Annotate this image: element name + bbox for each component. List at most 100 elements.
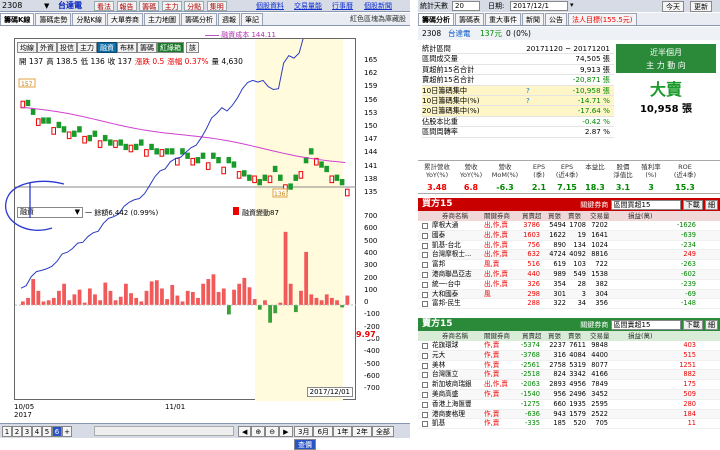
range-2y-button[interactable]: 2年 bbox=[352, 426, 372, 437]
row-checkbox[interactable] bbox=[422, 301, 428, 308]
col-header[interactable]: 買張 bbox=[548, 211, 561, 221]
tab-notes[interactable]: 筆記 bbox=[241, 13, 264, 25]
row-checkbox[interactable] bbox=[422, 262, 428, 269]
collect-button[interactable]: 集明 bbox=[206, 1, 227, 11]
table-row[interactable]: 美林 作,賣 -2561 2758 5319 8077 1251 bbox=[418, 361, 720, 371]
row-checkbox[interactable] bbox=[422, 391, 428, 398]
row-checkbox[interactable] bbox=[422, 411, 428, 418]
range-6m-button[interactable]: 6月 bbox=[313, 426, 333, 437]
news-link[interactable]: 個股新聞 bbox=[364, 1, 392, 11]
row-checkbox[interactable] bbox=[422, 291, 428, 298]
col-header[interactable]: 券商名稱 bbox=[442, 211, 468, 221]
help-icon[interactable]: ? bbox=[526, 96, 530, 106]
calendar-link[interactable]: 行事曆 bbox=[332, 1, 353, 11]
tab-main-map[interactable]: 主力地圖 bbox=[144, 13, 181, 25]
tab-target-price[interactable]: 法人目標(155.5元) bbox=[568, 13, 637, 25]
range-1y-button[interactable]: 1年 bbox=[332, 426, 353, 437]
col-header[interactable]: 損益(萬) bbox=[628, 331, 653, 341]
table-row[interactable]: 花旗環球 作,賣 -5374 2237 7611 9848 403 bbox=[418, 341, 720, 351]
tab-chip-kline[interactable]: 籌碼K線 bbox=[0, 13, 35, 25]
table-row[interactable]: 台灣摩根士... 出,作,賣 632 4724 4092 8816 249 bbox=[418, 250, 720, 261]
row-checkbox[interactable] bbox=[422, 343, 428, 349]
scroll-left-icon[interactable]: ◀ bbox=[238, 426, 252, 437]
page-3[interactable]: 3 bbox=[22, 426, 32, 437]
page-1[interactable]: 1 bbox=[2, 426, 12, 437]
col-header[interactable]: 關鍵券商 bbox=[484, 331, 510, 341]
sell-range-select[interactable]: 區間賣超15 bbox=[610, 320, 681, 330]
page-2[interactable]: 2 bbox=[12, 426, 22, 437]
col-header[interactable]: 交易量 bbox=[590, 331, 610, 341]
range-3m-button[interactable]: 3月 bbox=[294, 426, 314, 437]
view-button[interactable]: 看法 bbox=[94, 1, 114, 11]
row-checkbox[interactable] bbox=[422, 372, 428, 379]
table-row[interactable]: 國泰 出,作,賣 1603 1622 19 1641 -639 bbox=[418, 230, 720, 241]
col-header[interactable]: 賣張 bbox=[568, 211, 581, 221]
calendar-icon[interactable]: ▾ bbox=[570, 1, 574, 9]
tab-chip-analysis[interactable]: 籌碼分析 bbox=[181, 13, 218, 25]
sell-download-button[interactable]: 下載 bbox=[682, 320, 703, 330]
col-header[interactable]: 買賣超 bbox=[522, 211, 542, 221]
branch-button[interactable]: 分點 bbox=[184, 1, 205, 11]
row-checkbox[interactable] bbox=[422, 281, 428, 288]
col-header[interactable]: 損益(萬) bbox=[628, 211, 653, 221]
col-header[interactable]: 買張 bbox=[548, 331, 561, 341]
table-row[interactable]: 凱基 作,賣 -335 185 520 705 11 bbox=[418, 419, 720, 430]
row-checkbox[interactable] bbox=[422, 421, 428, 428]
page-5[interactable]: 5 bbox=[42, 426, 52, 437]
col-header[interactable]: 買賣超 bbox=[522, 331, 542, 341]
row-checkbox[interactable] bbox=[422, 252, 428, 259]
stock-info-link[interactable]: 個股資料 bbox=[256, 1, 284, 11]
row-checkbox[interactable] bbox=[422, 362, 428, 369]
table-row[interactable]: 凱基-台北 出,作,賣 756 890 134 1024 -234 bbox=[418, 241, 720, 251]
table-row[interactable]: 美商高盛 作,賣 -1540 956 2496 3452 509 bbox=[418, 389, 720, 400]
zoom-in-icon[interactable]: ⊕ bbox=[251, 426, 266, 437]
tab-big-broker[interactable]: 大單券商 bbox=[107, 13, 144, 25]
table-row[interactable]: 富邦-民生 288 322 34 356 -148 bbox=[418, 299, 720, 310]
col-header[interactable]: 關鍵券商 bbox=[484, 211, 510, 221]
tab-chip-analysis-r[interactable]: 籌碼分析 bbox=[418, 13, 454, 25]
table-row[interactable]: 香港上海匯豐 -1275 660 1935 2595 280 bbox=[418, 400, 720, 410]
sell-detail-button[interactable]: 細 bbox=[705, 320, 718, 330]
table-row[interactable]: 港商麥格理 作,賣 -636 943 1579 2522 184 bbox=[418, 409, 720, 420]
date-input[interactable]: 2017/12/1 bbox=[510, 1, 568, 11]
table-row[interactable]: 新加坡商瑞銀 出,作,賣 -2063 2893 4956 7849 175 bbox=[418, 380, 720, 390]
range-all-button[interactable]: 全部 bbox=[371, 426, 394, 437]
help-icon[interactable]: ? bbox=[526, 86, 530, 96]
buy-detail-button[interactable]: 細 bbox=[705, 200, 718, 210]
buy-download-button[interactable]: 下載 bbox=[682, 200, 703, 210]
table-row[interactable]: 元大 作,賣 -3768 316 4084 4400 515 bbox=[418, 350, 720, 361]
col-header[interactable]: 交易量 bbox=[590, 211, 610, 221]
tab-weekly[interactable]: 週報 bbox=[218, 13, 241, 25]
tab-news[interactable]: 新聞 bbox=[522, 13, 544, 25]
report-button[interactable]: 報告 bbox=[116, 1, 137, 11]
tab-chip-trend[interactable]: 籌碼走勢 bbox=[35, 13, 72, 25]
today-button[interactable]: 今天 bbox=[662, 1, 684, 12]
period-select[interactable]: 20 bbox=[452, 1, 480, 11]
main-force-button[interactable]: 主力 bbox=[161, 1, 182, 11]
table-row[interactable]: 統一-台中 出,作,賣 326 354 28 382 -239 bbox=[418, 280, 720, 290]
volume-link[interactable]: 交易量能 bbox=[294, 1, 322, 11]
search-icon[interactable]: ▼ bbox=[44, 1, 49, 11]
chips-button[interactable]: 籌碼 bbox=[139, 1, 160, 11]
row-checkbox[interactable] bbox=[422, 382, 428, 389]
row-checkbox[interactable] bbox=[422, 352, 428, 359]
tab-events[interactable]: 重大事件 bbox=[485, 13, 521, 25]
zoom-out-icon[interactable]: ⊖ bbox=[265, 426, 280, 437]
page-6[interactable]: 6 bbox=[52, 426, 62, 437]
page-4[interactable]: 4 bbox=[32, 426, 42, 437]
query-price-button[interactable]: 查價 bbox=[294, 439, 316, 450]
stock-code-input[interactable]: 2308 bbox=[2, 0, 22, 12]
buy-range-select[interactable]: 區間買超15 bbox=[610, 200, 681, 210]
table-row[interactable]: 摩根大通 出,作,賣 3786 5494 1708 7202 -1626 bbox=[418, 221, 720, 231]
row-checkbox[interactable] bbox=[422, 401, 428, 408]
row-checkbox[interactable] bbox=[422, 223, 428, 229]
table-row[interactable]: 大和國泰 風 298 301 3 304 -69 bbox=[418, 289, 720, 300]
table-row[interactable]: 台灣匯立 作,賣 -2518 824 3342 4166 882 bbox=[418, 370, 720, 381]
table-row[interactable]: 港商聯昌亞志 出,作,賣 440 989 549 1538 -602 bbox=[418, 269, 720, 280]
tab-announcements[interactable]: 公告 bbox=[545, 13, 567, 25]
tab-chip-table[interactable]: 籌碼表 bbox=[455, 13, 484, 25]
row-checkbox[interactable] bbox=[422, 232, 428, 239]
table-row[interactable]: 富邦 風,賣 516 619 103 722 -263 bbox=[418, 260, 720, 270]
horizontal-scrollbar[interactable] bbox=[94, 426, 234, 436]
scroll-right-icon[interactable]: ▶ bbox=[279, 426, 293, 437]
